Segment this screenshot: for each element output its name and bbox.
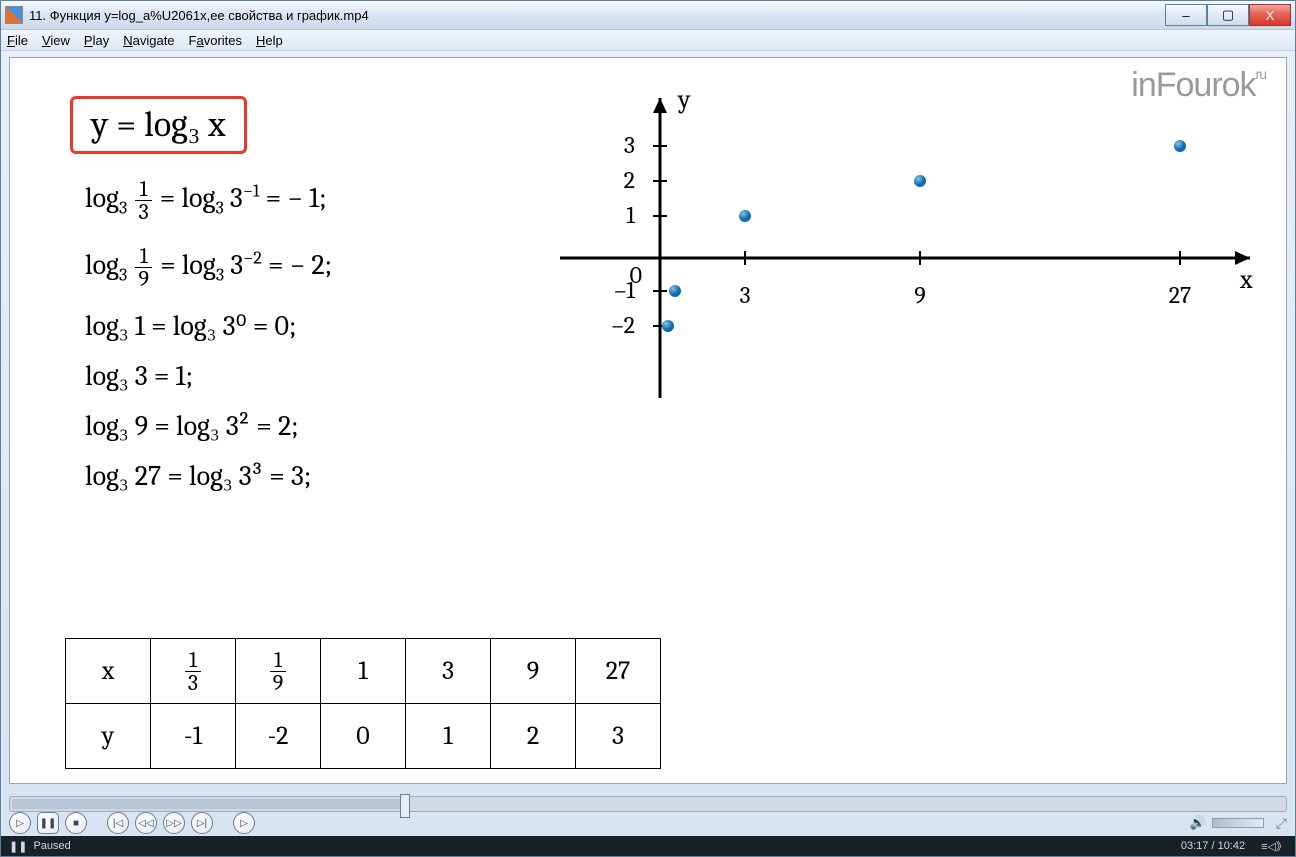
equation-1: log3 13 = log3 3−1 = − 1; bbox=[85, 178, 332, 223]
seek-bar[interactable] bbox=[9, 796, 1287, 812]
svg-text:1: 1 bbox=[626, 201, 635, 229]
cell-x-1: 13 bbox=[151, 639, 236, 704]
maximize-icon: ▢ bbox=[1222, 7, 1234, 23]
svg-text:–1: –1 bbox=[614, 276, 635, 304]
title-bar[interactable]: 11. Функция y=log_a%U2061x,ее свойства и… bbox=[1, 1, 1295, 30]
window-title: 11. Функция y=log_a%U2061x,ее свойства и… bbox=[29, 8, 1159, 23]
playback-controls: ▷ ❚❚ ■ |◁ ◁◁ ▷▷ ▷| ▷ 🔊 ⤢ bbox=[9, 812, 1287, 834]
equation-5: log₃ 9 = log₃ 3² = 2; bbox=[85, 412, 332, 440]
cell-y-3: 0 bbox=[321, 704, 406, 769]
app-icon bbox=[5, 6, 23, 24]
equation-2: log3 19 = log3 3−2 = − 2; bbox=[85, 245, 332, 290]
rewind-button[interactable]: ◁◁ bbox=[135, 812, 157, 834]
seek-progress bbox=[12, 799, 402, 809]
video-frame[interactable]: inFourokru y = log₃ x log3 13 = log3 3−1… bbox=[9, 57, 1287, 784]
minimize-button[interactable]: – bbox=[1165, 4, 1207, 26]
menu-favorites[interactable]: Favorites bbox=[189, 33, 242, 48]
data-point bbox=[669, 285, 681, 297]
cell-y-4: 1 bbox=[406, 704, 491, 769]
equation-3: log₃ 1 = log₃ 3⁰ = 0; bbox=[85, 312, 332, 340]
expand-icon[interactable]: ⤢ bbox=[1276, 815, 1287, 832]
pause-button[interactable]: ❚❚ bbox=[37, 812, 59, 834]
cell-y-5: 2 bbox=[491, 704, 576, 769]
table-row: y -1 -2 0 1 2 3 bbox=[66, 704, 661, 769]
menu-file-label: ile bbox=[15, 33, 28, 48]
menu-view[interactable]: View bbox=[42, 33, 70, 48]
data-point bbox=[662, 320, 674, 332]
scatter-chart: y x 3 2 1 0 –1 –2 3 9 27 bbox=[540, 78, 1280, 422]
cell-x-3: 1 bbox=[321, 639, 406, 704]
forward-button[interactable]: ▷▷ bbox=[163, 812, 185, 834]
play-button[interactable]: ▷ bbox=[9, 812, 31, 834]
values-table: x 13 19 1 3 9 27 y -1 -2 0 1 2 3 bbox=[65, 638, 661, 769]
menu-help[interactable]: Help bbox=[256, 33, 283, 48]
cell-x-6: 27 bbox=[576, 639, 661, 704]
skip-back-button[interactable]: |◁ bbox=[107, 812, 129, 834]
volume-icon[interactable]: 🔊 bbox=[1190, 815, 1206, 831]
playlist-icon[interactable]: ≡◁》 bbox=[1261, 838, 1287, 854]
minimize-icon: – bbox=[1182, 8, 1189, 23]
equation-6: log₃ 27 = log₃ 3³ = 3; bbox=[85, 462, 332, 490]
step-button[interactable]: ▷ bbox=[233, 812, 255, 834]
svg-text:9: 9 bbox=[914, 281, 925, 309]
cell-y-6: 3 bbox=[576, 704, 661, 769]
cell-y-1: -1 bbox=[151, 704, 236, 769]
table-header-y: y bbox=[66, 704, 151, 769]
y-axis-label: y bbox=[677, 85, 691, 115]
status-bar: ❚❚ Paused 03:17 / 10:42 ≡◁》 bbox=[1, 836, 1295, 856]
time-display: 03:17 / 10:42 bbox=[1181, 840, 1245, 852]
svg-text:27: 27 bbox=[1169, 281, 1192, 309]
stop-button[interactable]: ■ bbox=[65, 812, 87, 834]
svg-text:3: 3 bbox=[739, 281, 750, 309]
menu-navigate[interactable]: Navigate bbox=[123, 33, 174, 48]
main-formula: y = log₃ x bbox=[70, 96, 247, 154]
maximize-button[interactable]: ▢ bbox=[1207, 4, 1249, 26]
cell-y-2: -2 bbox=[236, 704, 321, 769]
status-text: Paused bbox=[33, 840, 70, 852]
menu-bar: File View Play Navigate Favorites Help bbox=[1, 30, 1295, 51]
equation-list: log3 13 = log3 3−1 = − 1; log3 19 = log3… bbox=[85, 178, 332, 512]
table-header-x: x bbox=[66, 639, 151, 704]
svg-text:2: 2 bbox=[624, 166, 635, 194]
skip-forward-button[interactable]: ▷| bbox=[191, 812, 213, 834]
svg-text:–2: –2 bbox=[612, 311, 635, 339]
cell-x-5: 9 bbox=[491, 639, 576, 704]
close-icon: X bbox=[1266, 8, 1275, 23]
x-axis-label: x bbox=[1239, 265, 1253, 295]
svg-text:3: 3 bbox=[624, 131, 635, 159]
data-point bbox=[1174, 140, 1186, 152]
data-point bbox=[914, 175, 926, 187]
close-button[interactable]: X bbox=[1249, 4, 1291, 26]
app-window: 11. Функция y=log_a%U2061x,ее свойства и… bbox=[0, 0, 1296, 857]
table-row: x 13 19 1 3 9 27 bbox=[66, 639, 661, 704]
menu-play[interactable]: Play bbox=[84, 33, 109, 48]
data-point bbox=[739, 210, 751, 222]
equation-4: log₃ 3 = 1; bbox=[85, 362, 332, 390]
volume-slider[interactable] bbox=[1212, 818, 1264, 828]
menu-file[interactable]: File bbox=[7, 33, 28, 48]
status-icon: ❚❚ bbox=[9, 840, 27, 853]
cell-x-2: 19 bbox=[236, 639, 321, 704]
cell-x-4: 3 bbox=[406, 639, 491, 704]
